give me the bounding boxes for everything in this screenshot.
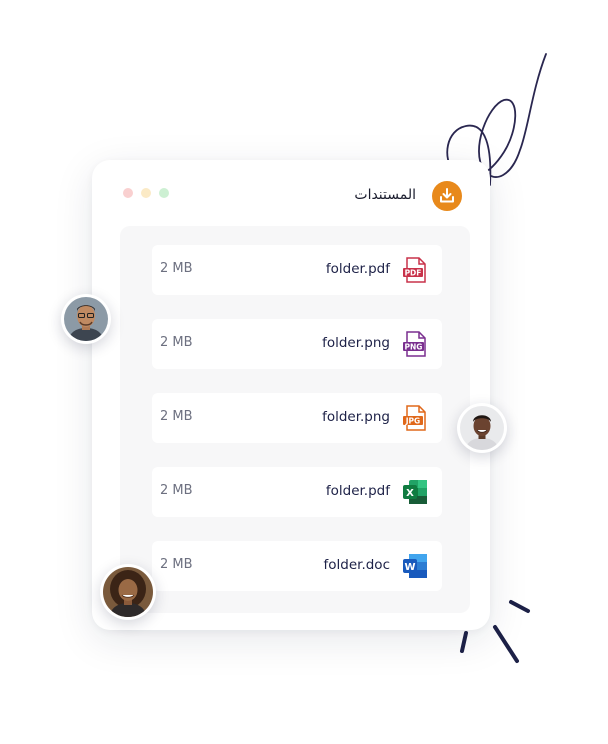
file-row[interactable]: 2 MB folder.png PNG [152, 319, 442, 369]
file-row[interactable]: 2 MB folder.pdf X [152, 467, 442, 517]
file-name[interactable]: folder.png [322, 335, 390, 351]
page-title: المستندات [354, 187, 416, 203]
file-size: 2 MB [160, 483, 193, 498]
pdf-icon-label: PDF [405, 268, 422, 277]
pdf-file-icon: PDF [403, 257, 426, 283]
file-row[interactable]: 2 MB folder.png JPG [152, 393, 442, 443]
download-icon[interactable] [432, 181, 462, 211]
avatar[interactable] [457, 403, 507, 453]
file-size: 2 MB [160, 261, 193, 276]
file-size: 2 MB [160, 557, 193, 572]
window-controls [123, 188, 169, 198]
excel-icon-label: X [406, 488, 414, 499]
excel-icon: X [403, 480, 427, 504]
avatar[interactable] [100, 564, 156, 620]
file-name[interactable]: folder.pdf [326, 261, 390, 277]
file-name[interactable]: folder.doc [324, 557, 391, 573]
word-icon-label: W [404, 562, 415, 573]
file-name[interactable]: folder.pdf [326, 483, 390, 499]
file-list: 2 MB folder.pdf PDF 2 MB folder.png PNG … [120, 226, 470, 613]
jpg-file-icon: JPG [403, 405, 426, 431]
png-file-icon: PNG [403, 331, 426, 357]
file-name[interactable]: folder.png [322, 409, 390, 425]
file-size: 2 MB [160, 409, 193, 424]
png-icon-label: PNG [405, 342, 423, 351]
word-icon: W [403, 554, 427, 578]
avatar[interactable] [61, 294, 111, 344]
maximize-dot[interactable] [159, 188, 169, 198]
file-row[interactable]: 2 MB folder.pdf PDF [152, 245, 442, 295]
documents-window: المستندات 2 MB folder.pdf PDF 2 MB folde… [92, 160, 490, 630]
file-size: 2 MB [160, 335, 193, 350]
close-dot[interactable] [123, 188, 133, 198]
file-row[interactable]: 2 MB folder.doc W [152, 541, 442, 591]
minimize-dot[interactable] [141, 188, 151, 198]
jpg-icon-label: JPG [405, 416, 420, 425]
